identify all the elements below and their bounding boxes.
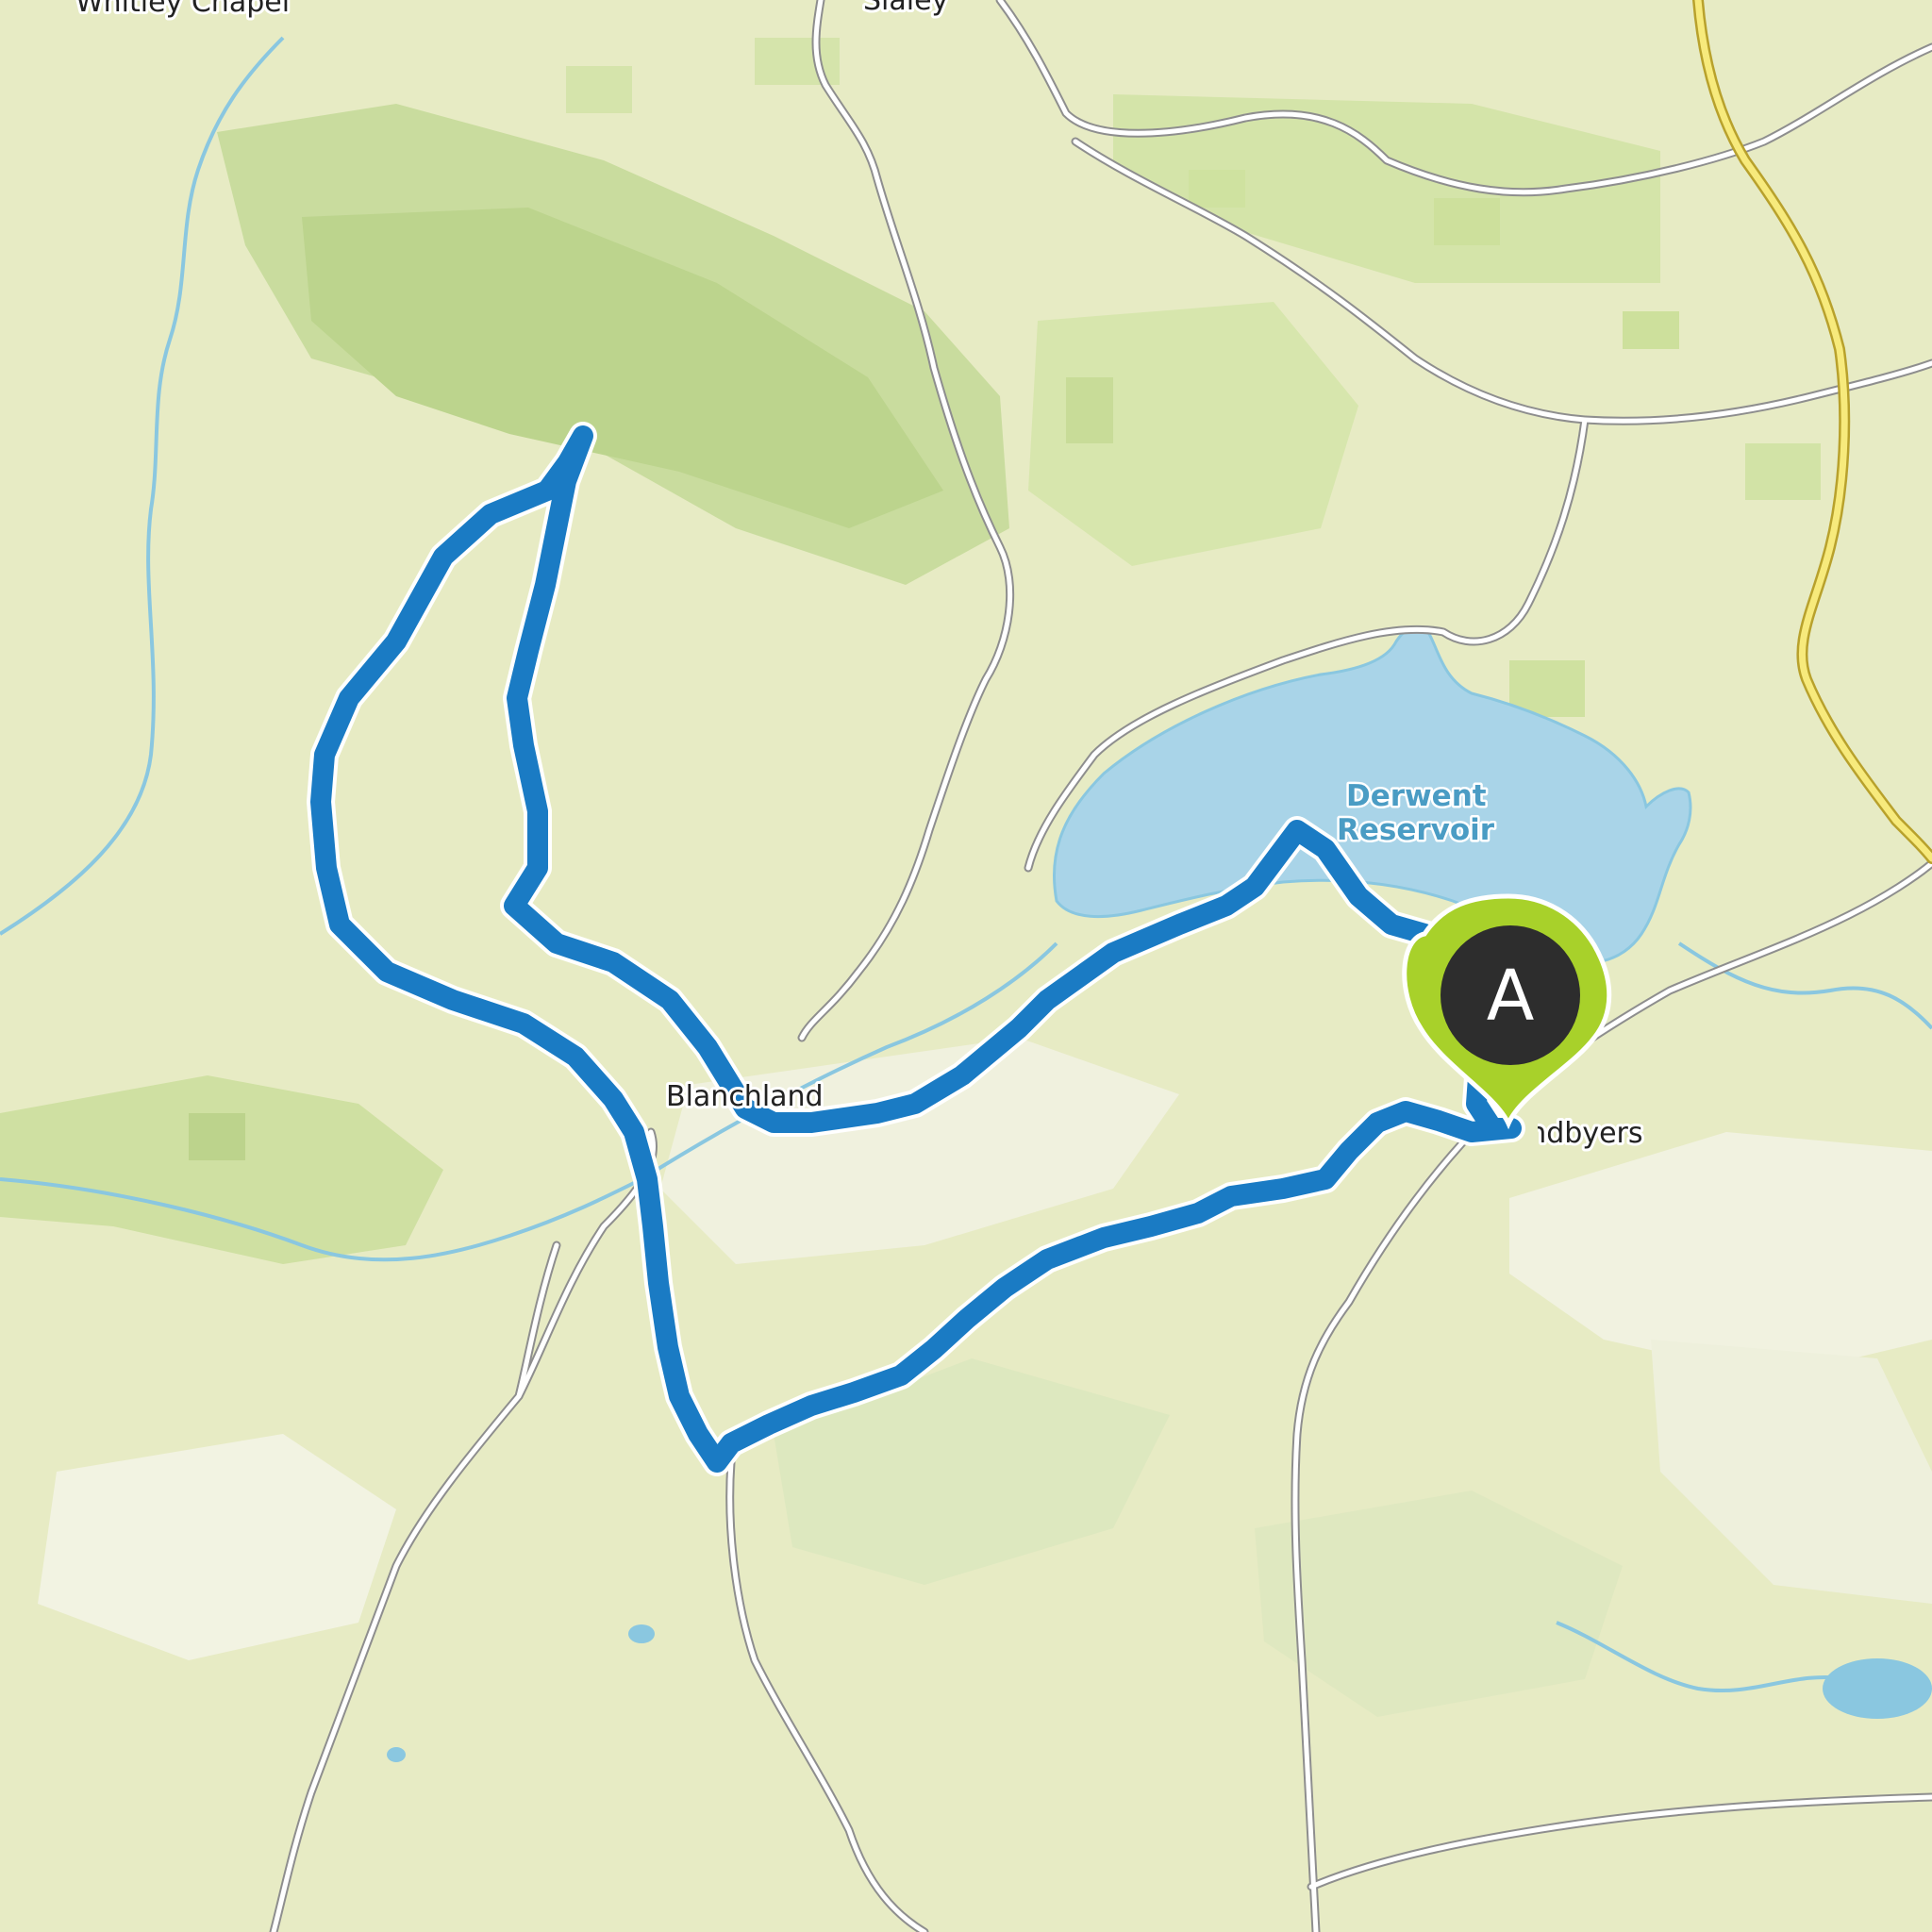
map-view[interactable]: Whitley Chapel Slaley Blanchland Edmundb… [0,0,1932,1932]
place-label-whitley-chapel: Whitley Chapel [75,0,290,19]
map-canvas[interactable]: Whitley Chapel Slaley Blanchland Edmundb… [0,0,1932,1932]
place-label-slaley: Slaley [863,0,948,17]
water-label-line1: Derwent [1346,779,1487,813]
place-label-blanchland: Blanchland [666,1080,824,1113]
water-label-line2: Reservoir [1337,813,1495,847]
marker-label: A [1487,956,1535,1037]
